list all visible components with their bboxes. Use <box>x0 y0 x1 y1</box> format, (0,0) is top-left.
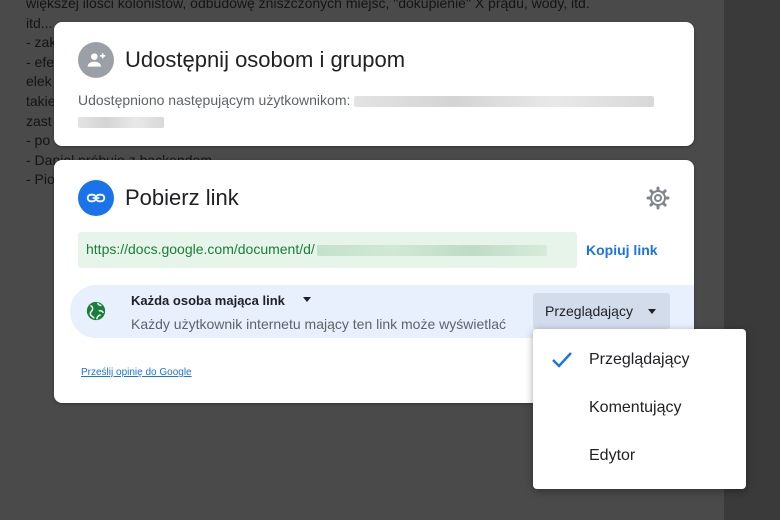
share-card-title: Udostępnij osobom i grupom <box>125 47 406 72</box>
chevron-down-icon <box>648 309 656 314</box>
role-selected-label: Przeglądający <box>545 303 633 319</box>
role-menu-item-editor[interactable]: Edytor <box>533 432 746 480</box>
access-description: Każdy użytkownik internetu mający ten li… <box>131 316 507 332</box>
role-menu: Przeglądający Komentujący Edytor <box>533 329 746 489</box>
link-url-field[interactable]: https://docs.google.com/document/d/ <box>78 232 577 268</box>
redacted-users-cont <box>78 116 164 128</box>
shared-with-label: Udostępniono następującym użytkownikom: <box>78 92 351 108</box>
doc-line: większej ilości kolonistów, odbudowę zni… <box>26 0 590 11</box>
redacted-doc-id <box>316 244 547 256</box>
role-dropdown-button[interactable]: Przeglądający <box>533 293 670 329</box>
send-feedback-link[interactable]: Prześlij opinię do Google <box>81 367 192 378</box>
role-menu-item-commenter[interactable]: Komentujący <box>533 384 746 432</box>
role-menu-item-label: Przeglądający <box>589 351 690 368</box>
link-icon <box>78 180 114 216</box>
access-scope-dropdown[interactable]: Każda osoba mająca link <box>131 293 285 308</box>
shared-with-text: Udostępniono następującym użytkownikom: <box>78 90 678 132</box>
globe-icon <box>85 300 107 322</box>
gear-icon[interactable] <box>646 186 670 210</box>
role-menu-item-viewer[interactable]: Przeglądający <box>533 336 746 384</box>
person-add-icon <box>78 42 114 78</box>
copy-link-button[interactable]: Kopiuj link <box>586 242 658 258</box>
check-icon <box>551 350 573 370</box>
role-menu-item-label: Komentujący <box>589 399 682 416</box>
link-card-title: Pobierz link <box>125 185 239 210</box>
share-people-card: Udostępnij osobom i grupom Udostępniono … <box>54 22 694 146</box>
link-url-text: https://docs.google.com/document/d/ <box>86 241 315 257</box>
redacted-users <box>354 95 655 107</box>
chevron-down-icon[interactable] <box>303 297 311 302</box>
role-menu-item-label: Edytor <box>589 447 636 464</box>
